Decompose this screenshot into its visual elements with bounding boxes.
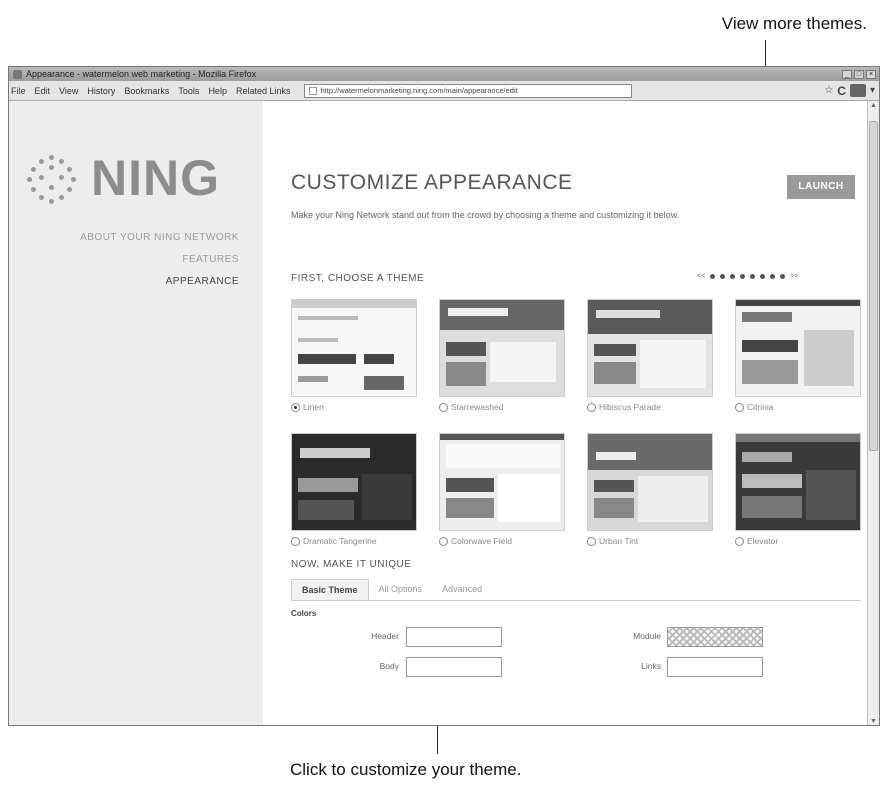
menu-tools[interactable]: Tools [178, 86, 199, 96]
intro-text: Make your Ning Network stand out from th… [291, 210, 680, 220]
theme-name: Citrinia [747, 402, 774, 412]
header-color-label: Header [371, 631, 399, 641]
links-color-swatch[interactable] [667, 657, 763, 677]
sidebar-item-about[interactable]: ABOUT YOUR NING NETWORK [80, 227, 239, 249]
pager-dot[interactable] [720, 274, 726, 279]
pager-dot[interactable] [710, 274, 716, 279]
choose-theme-heading: FIRST, CHOOSE A THEME [291, 273, 425, 284]
theme-radio[interactable] [291, 536, 300, 546]
url-text: http://watermelonmarketing.ning.com/main… [320, 86, 518, 95]
scroll-down-icon[interactable]: ▼ [870, 718, 877, 725]
theme-name: Hibiscus Parade [599, 402, 661, 412]
theme-thumbnail[interactable] [587, 299, 713, 397]
theme-thumbnail[interactable] [291, 299, 417, 397]
launch-button[interactable]: LAUNCH [787, 175, 855, 199]
pager-dot[interactable] [750, 274, 756, 279]
theme-card-urban-tint[interactable]: Urban Tint [587, 433, 713, 546]
tab-all-options[interactable]: All Options [369, 579, 433, 600]
title-bar: Appearance - watermelon web marketing - … [9, 67, 879, 81]
pager-dot[interactable] [740, 274, 746, 279]
menu-view[interactable]: View [59, 86, 78, 96]
body-color-label: Body [379, 661, 399, 671]
theme-thumbnail[interactable] [439, 433, 565, 531]
logo-text: NING [91, 150, 220, 206]
theme-thumbnail[interactable] [291, 433, 417, 531]
theme-name: Colorwave Field [451, 536, 512, 546]
theme-name: Linen [303, 402, 324, 412]
url-bar[interactable]: http://watermelonmarketing.ning.com/main… [303, 83, 632, 98]
scroll-up-icon[interactable]: ▲ [870, 102, 877, 110]
theme-card-elevator[interactable]: Elevator [735, 433, 861, 546]
theme-radio[interactable] [291, 402, 300, 412]
pager-dot[interactable] [780, 274, 786, 279]
make-unique-heading: NOW, MAKE IT UNIQUE [291, 559, 412, 570]
body-color-swatch[interactable] [406, 657, 502, 677]
sidebar: NING ABOUT YOUR NING NETWORK FEATURES AP… [9, 101, 263, 725]
scrollbar-thumb[interactable] [869, 121, 878, 451]
page-viewport: NING ABOUT YOUR NING NETWORK FEATURES AP… [9, 101, 868, 725]
pager-prev-button[interactable]: << [697, 273, 705, 280]
pager-dot[interactable] [760, 274, 766, 279]
theme-card-colorwave-field[interactable]: Colorwave Field [439, 433, 565, 546]
header-color-swatch[interactable] [406, 627, 502, 647]
menu-help[interactable]: Help [208, 86, 227, 96]
theme-card-dramatic-tangerine[interactable]: Dramatic Tangerine [291, 433, 417, 546]
theme-thumbnail[interactable] [587, 433, 713, 531]
theme-thumbnail[interactable] [439, 299, 565, 397]
theme-thumbnail[interactable] [735, 433, 861, 531]
browser-window: Appearance - watermelon web marketing - … [8, 66, 880, 726]
search-engine-icon[interactable] [849, 84, 866, 97]
menu-bookmarks[interactable]: Bookmarks [124, 86, 169, 96]
page-icon [308, 86, 317, 95]
menu-file[interactable]: File [11, 86, 26, 96]
vertical-scrollbar[interactable]: ▲ ▼ [867, 101, 879, 725]
theme-name: Starrewashed [451, 402, 504, 412]
theme-card-hibiscus-parade[interactable]: Hibiscus Parade [587, 299, 713, 412]
theme-radio[interactable] [735, 402, 744, 412]
colors-label: Colors [291, 609, 317, 618]
theme-card-linen[interactable]: Linen [291, 299, 417, 412]
sidebar-nav: ABOUT YOUR NING NETWORK FEATURES APPEARA… [80, 227, 239, 293]
theme-radio[interactable] [439, 402, 448, 412]
search-dropdown-icon[interactable]: ▾ [870, 85, 875, 96]
theme-name: Elevator [747, 536, 779, 546]
theme-name: Dramatic Tangerine [303, 536, 377, 546]
reload-icon[interactable]: C [837, 84, 846, 98]
links-color-label: Links [641, 661, 661, 671]
callout-customize-theme: Click to customize your theme. [290, 760, 522, 779]
page-title: CUSTOMIZE APPEARANCE [291, 171, 573, 194]
tab-basic-theme[interactable]: Basic Theme [291, 579, 369, 600]
pager-dot[interactable] [770, 274, 776, 279]
sidebar-item-appearance[interactable]: APPEARANCE [80, 271, 239, 293]
module-color-swatch[interactable] [667, 627, 763, 647]
sidebar-item-features[interactable]: FEATURES [80, 249, 239, 271]
minimize-button[interactable]: _ [842, 69, 852, 79]
pager-next-button[interactable]: >> [790, 273, 798, 280]
theme-radio[interactable] [735, 536, 744, 546]
module-color-label: Module [633, 631, 661, 641]
theme-pager: << >> [697, 273, 798, 280]
close-button[interactable]: × [866, 69, 876, 79]
theme-card-citrinia[interactable]: Citrinia [735, 299, 861, 412]
maximize-button[interactable]: □ [854, 69, 864, 79]
theme-name: Urban Tint [599, 536, 639, 546]
firefox-icon [13, 69, 22, 79]
pager-dot[interactable] [730, 274, 736, 279]
tab-advanced[interactable]: Advanced [432, 579, 492, 600]
bookmark-star-icon[interactable]: ☆ [824, 85, 833, 96]
menu-related-links[interactable]: Related Links [236, 86, 291, 96]
window-title: Appearance - watermelon web marketing - … [26, 69, 257, 79]
customize-tabs: Basic Theme All Options Advanced [291, 579, 861, 601]
menu-history[interactable]: History [87, 86, 115, 96]
menu-bar: File Edit View History Bookmarks Tools H… [9, 81, 879, 101]
theme-card-starrewashed[interactable]: Starrewashed [439, 299, 565, 412]
ning-logo[interactable]: NING [25, 150, 220, 206]
theme-thumbnail[interactable] [735, 299, 861, 397]
theme-radio[interactable] [439, 536, 448, 546]
theme-radio[interactable] [587, 402, 596, 412]
menu-edit[interactable]: Edit [35, 86, 51, 96]
callout-view-more-themes: View more themes. [721, 14, 867, 33]
ning-dots-icon [25, 153, 85, 204]
theme-radio[interactable] [587, 536, 596, 546]
